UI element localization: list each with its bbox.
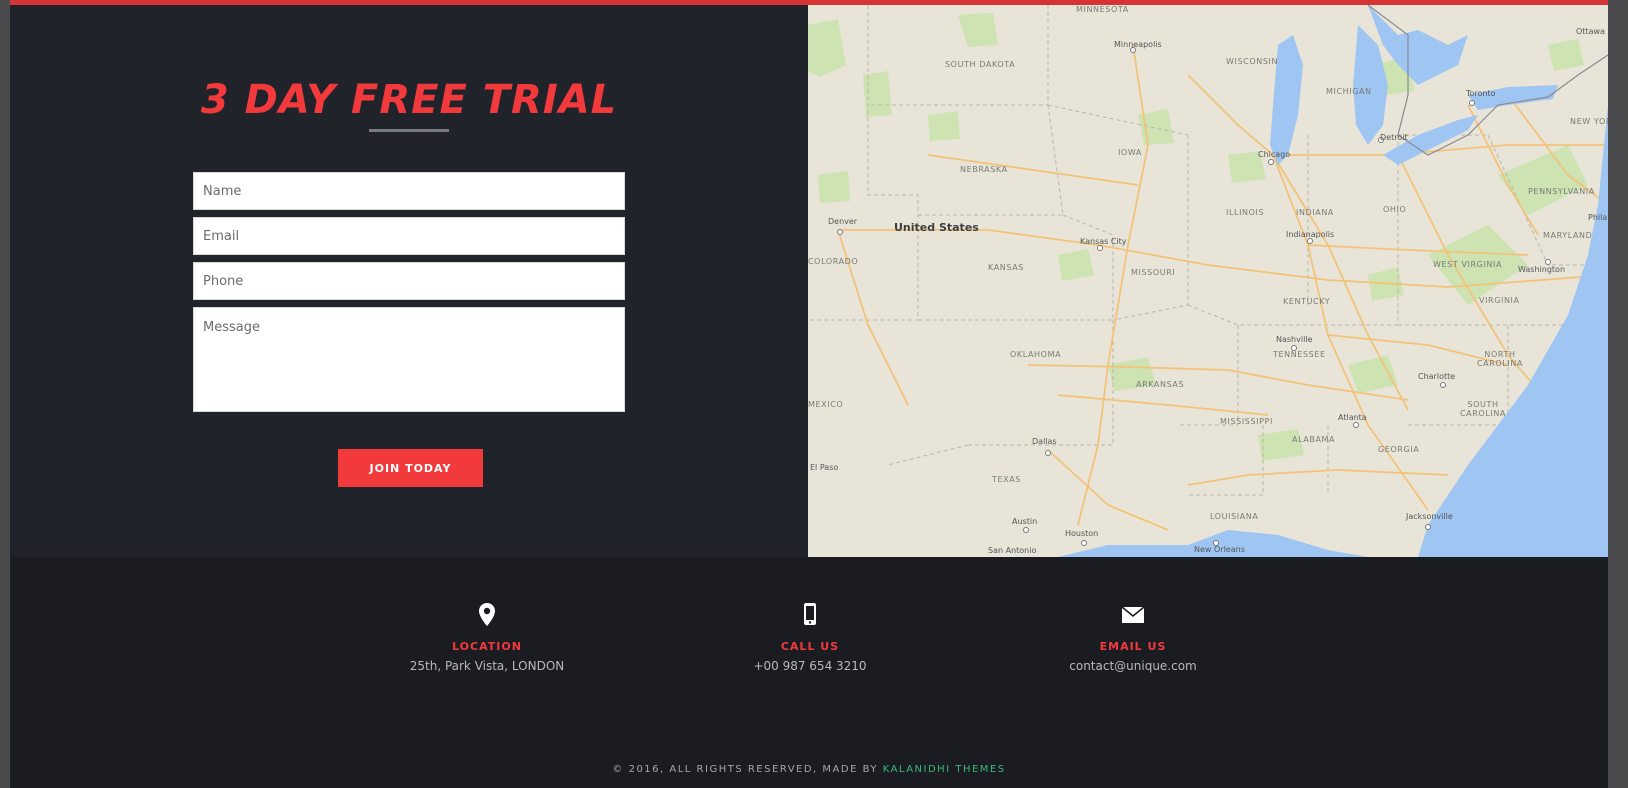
location-value: 25th, Park Vista, LONDON bbox=[409, 659, 565, 673]
map-state-label: INDIANA bbox=[1296, 208, 1334, 217]
copyright-bar: © 2016, ALL RIGHTS RESERVED, MADE BY KAL… bbox=[10, 764, 1608, 775]
call-block: CALL US +00 987 654 3210 bbox=[690, 600, 930, 673]
map-state-label: MICHIGAN bbox=[1326, 87, 1372, 96]
map-state-label: PENNSYLVANIA bbox=[1528, 187, 1595, 196]
map-pin-icon bbox=[479, 603, 495, 626]
map-city-label: Chicago bbox=[1258, 150, 1291, 159]
phone-input[interactable] bbox=[193, 262, 625, 300]
free-trial-section: 3 DAY FREE TRIAL JOIN TODAY bbox=[10, 5, 808, 557]
map-city-label: Atlanta bbox=[1338, 413, 1367, 422]
map-state-label: MARYLAND bbox=[1543, 231, 1593, 240]
credit-link[interactable]: KALANIDHI THEMES bbox=[883, 764, 1006, 775]
map-state-label: VIRGINIA bbox=[1479, 296, 1520, 305]
map-state-label: MEXICO bbox=[808, 400, 844, 409]
map-city-label: Detroit bbox=[1380, 133, 1408, 142]
map-state-label: GEORGIA bbox=[1378, 445, 1420, 454]
map-state-label: NEBRASKA bbox=[960, 165, 1008, 174]
map-state-label: OHIO bbox=[1383, 205, 1407, 214]
map-state-label: WISCONSIN bbox=[1226, 57, 1279, 66]
map-city-label: Ottawa bbox=[1576, 27, 1605, 36]
map-city-label: Denver bbox=[828, 217, 858, 226]
map-state-label: ALABAMA bbox=[1292, 435, 1336, 444]
map-city-label: Phila bbox=[1588, 213, 1608, 222]
map-city-label: San Antonio bbox=[988, 546, 1037, 555]
trial-title: 3 DAY FREE TRIAL bbox=[200, 77, 618, 123]
name-input[interactable] bbox=[193, 172, 625, 210]
contact-info-row: LOCATION 25th, Park Vista, LONDON CALL U… bbox=[10, 600, 1608, 700]
map-city-label: Washington bbox=[1518, 265, 1566, 274]
map-state-label: KENTUCKY bbox=[1283, 297, 1331, 306]
map-canvas bbox=[808, 5, 1608, 557]
map-city-label: New Orleans bbox=[1194, 545, 1245, 554]
phone-number: +00 987 654 3210 bbox=[753, 659, 867, 673]
map-state-label: OKLAHOMA bbox=[1010, 350, 1062, 359]
call-label: CALL US bbox=[780, 640, 840, 653]
map-city-label: Houston bbox=[1065, 529, 1099, 538]
copyright-text: © 2016, ALL RIGHTS RESERVED, MADE BY bbox=[612, 764, 878, 775]
map-city-label: Nashville bbox=[1276, 335, 1313, 344]
map-state-label: IOWA bbox=[1118, 148, 1143, 157]
mobile-phone-icon bbox=[804, 603, 816, 625]
email-label: EMAIL US bbox=[1099, 640, 1167, 653]
map-state-label: MISSISSIPPI bbox=[1220, 417, 1273, 426]
map-city-label: Indianapolis bbox=[1286, 230, 1335, 239]
map-state-label: COLORADO bbox=[808, 257, 859, 266]
map-country-label: United States bbox=[894, 221, 979, 234]
map-state-label: ILLINOIS bbox=[1226, 208, 1265, 217]
map-city-label: El Paso bbox=[810, 463, 839, 472]
envelope-icon bbox=[1121, 606, 1145, 623]
page: 3 DAY FREE TRIAL JOIN TODAY bbox=[10, 0, 1608, 788]
email-block: EMAIL US contact@unique.com bbox=[1013, 600, 1253, 673]
email-input[interactable] bbox=[193, 217, 625, 255]
map-state-label: SOUTH CAROLINA bbox=[1460, 400, 1506, 418]
join-today-button[interactable]: JOIN TODAY bbox=[338, 449, 483, 487]
title-underline bbox=[369, 129, 449, 132]
map-state-label: NEW YORK bbox=[1570, 117, 1608, 126]
map-state-label: NORTH CAROLINA bbox=[1477, 350, 1523, 368]
map-state-label: KANSAS bbox=[988, 263, 1024, 272]
location-block: LOCATION 25th, Park Vista, LONDON bbox=[367, 600, 607, 673]
park-areas bbox=[808, 13, 1588, 461]
map-state-label: MINNESOTA bbox=[1076, 5, 1129, 14]
map-state-label: TENNESSEE bbox=[1273, 350, 1326, 359]
map-state-label: WEST VIRGINIA bbox=[1433, 260, 1503, 269]
map-state-label: SOUTH DAKOTA bbox=[945, 60, 1016, 69]
map-embed[interactable]: United States MINNESOTA SOUTH DAKOTA WIS… bbox=[808, 5, 1608, 557]
email-address[interactable]: contact@unique.com bbox=[1013, 659, 1253, 673]
map-city-label: Minneapolis bbox=[1114, 40, 1162, 49]
map-state-label: MISSOURI bbox=[1131, 268, 1176, 277]
map-state-label: TEXAS bbox=[992, 475, 1021, 484]
message-textarea[interactable] bbox=[193, 307, 625, 412]
map-city-label: Kansas City bbox=[1080, 237, 1127, 246]
map-city-label: Jacksonville bbox=[1406, 512, 1453, 521]
map-city-label: Austin bbox=[1012, 517, 1038, 526]
map-state-label: ARKANSAS bbox=[1136, 380, 1185, 389]
map-city-label: Toronto bbox=[1466, 89, 1496, 98]
location-label: LOCATION bbox=[452, 640, 522, 653]
map-state-label: LOUISIANA bbox=[1210, 512, 1259, 521]
map-city-label: Dallas bbox=[1032, 437, 1057, 446]
map-city-label: Charlotte bbox=[1418, 372, 1456, 381]
